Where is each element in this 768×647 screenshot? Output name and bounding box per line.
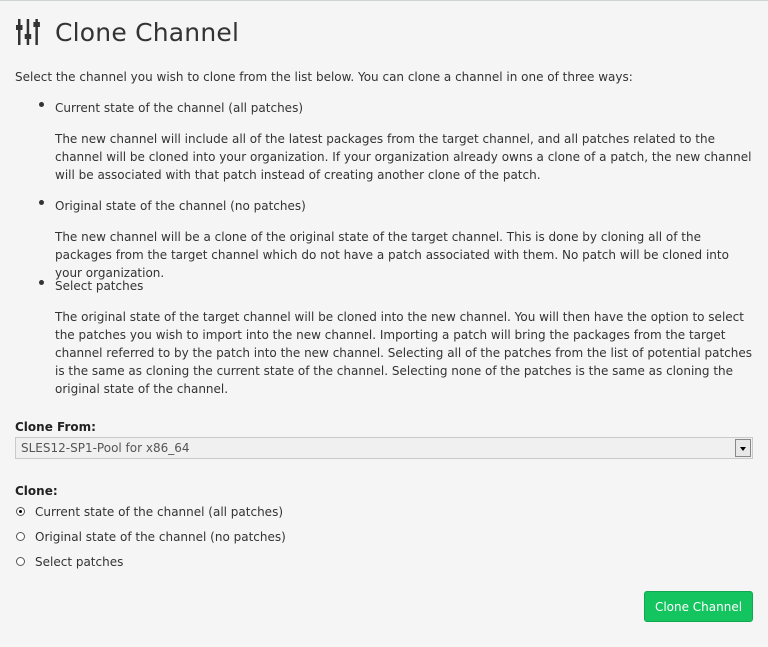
- option-title: Select patches: [55, 279, 144, 293]
- clone-method-list: Current state of the channel (all patche…: [15, 99, 755, 398]
- radio-label: Original state of the channel (no patche…: [35, 529, 286, 544]
- radio-option-all-patches[interactable]: Current state of the channel (all patche…: [15, 499, 755, 524]
- intro-text: Select the channel you wish to clone fro…: [15, 70, 633, 84]
- clone-method-radios: Clone: Current state of the channel (all…: [15, 483, 755, 574]
- radio-label: Select patches: [35, 554, 124, 569]
- page-title: Clone Channel: [55, 17, 240, 47]
- option-description: The new channel will include all of the …: [55, 132, 752, 182]
- bullet-icon: [39, 200, 44, 205]
- bullet-icon: [39, 102, 44, 107]
- clone-from-field: Clone From: SLES12-SP1-Pool for x86_64: [15, 419, 753, 459]
- chevron-down-icon[interactable]: [735, 439, 751, 457]
- radio-label: Current state of the channel (all patche…: [35, 504, 283, 519]
- radio-button[interactable]: [16, 507, 25, 516]
- mixer-sliders-icon: [16, 17, 40, 47]
- clone-from-value: SLES12-SP1-Pool for x86_64: [21, 441, 190, 455]
- radio-option-select-patches[interactable]: Select patches: [15, 549, 755, 574]
- option-title: Original state of the channel (no patche…: [55, 199, 306, 213]
- list-item: Current state of the channel (all patche…: [15, 99, 755, 197]
- bullet-icon: [39, 280, 44, 285]
- list-item: Select patches The original state of the…: [15, 277, 755, 398]
- clone-from-label: Clone From:: [15, 420, 96, 434]
- option-description: The new channel will be a clone of the o…: [55, 230, 729, 280]
- radio-option-no-patches[interactable]: Original state of the channel (no patche…: [15, 524, 755, 549]
- clone-label: Clone:: [15, 484, 58, 498]
- clone-channel-button[interactable]: Clone Channel: [644, 591, 753, 622]
- radio-button[interactable]: [16, 557, 25, 566]
- clone-from-select[interactable]: SLES12-SP1-Pool for x86_64: [15, 437, 753, 459]
- option-title: Current state of the channel (all patche…: [55, 101, 303, 115]
- radio-button[interactable]: [16, 532, 25, 541]
- page-header: Clone Channel: [16, 15, 239, 49]
- list-item: Original state of the channel (no patche…: [15, 197, 755, 280]
- option-description: The original state of the target channel…: [55, 310, 753, 396]
